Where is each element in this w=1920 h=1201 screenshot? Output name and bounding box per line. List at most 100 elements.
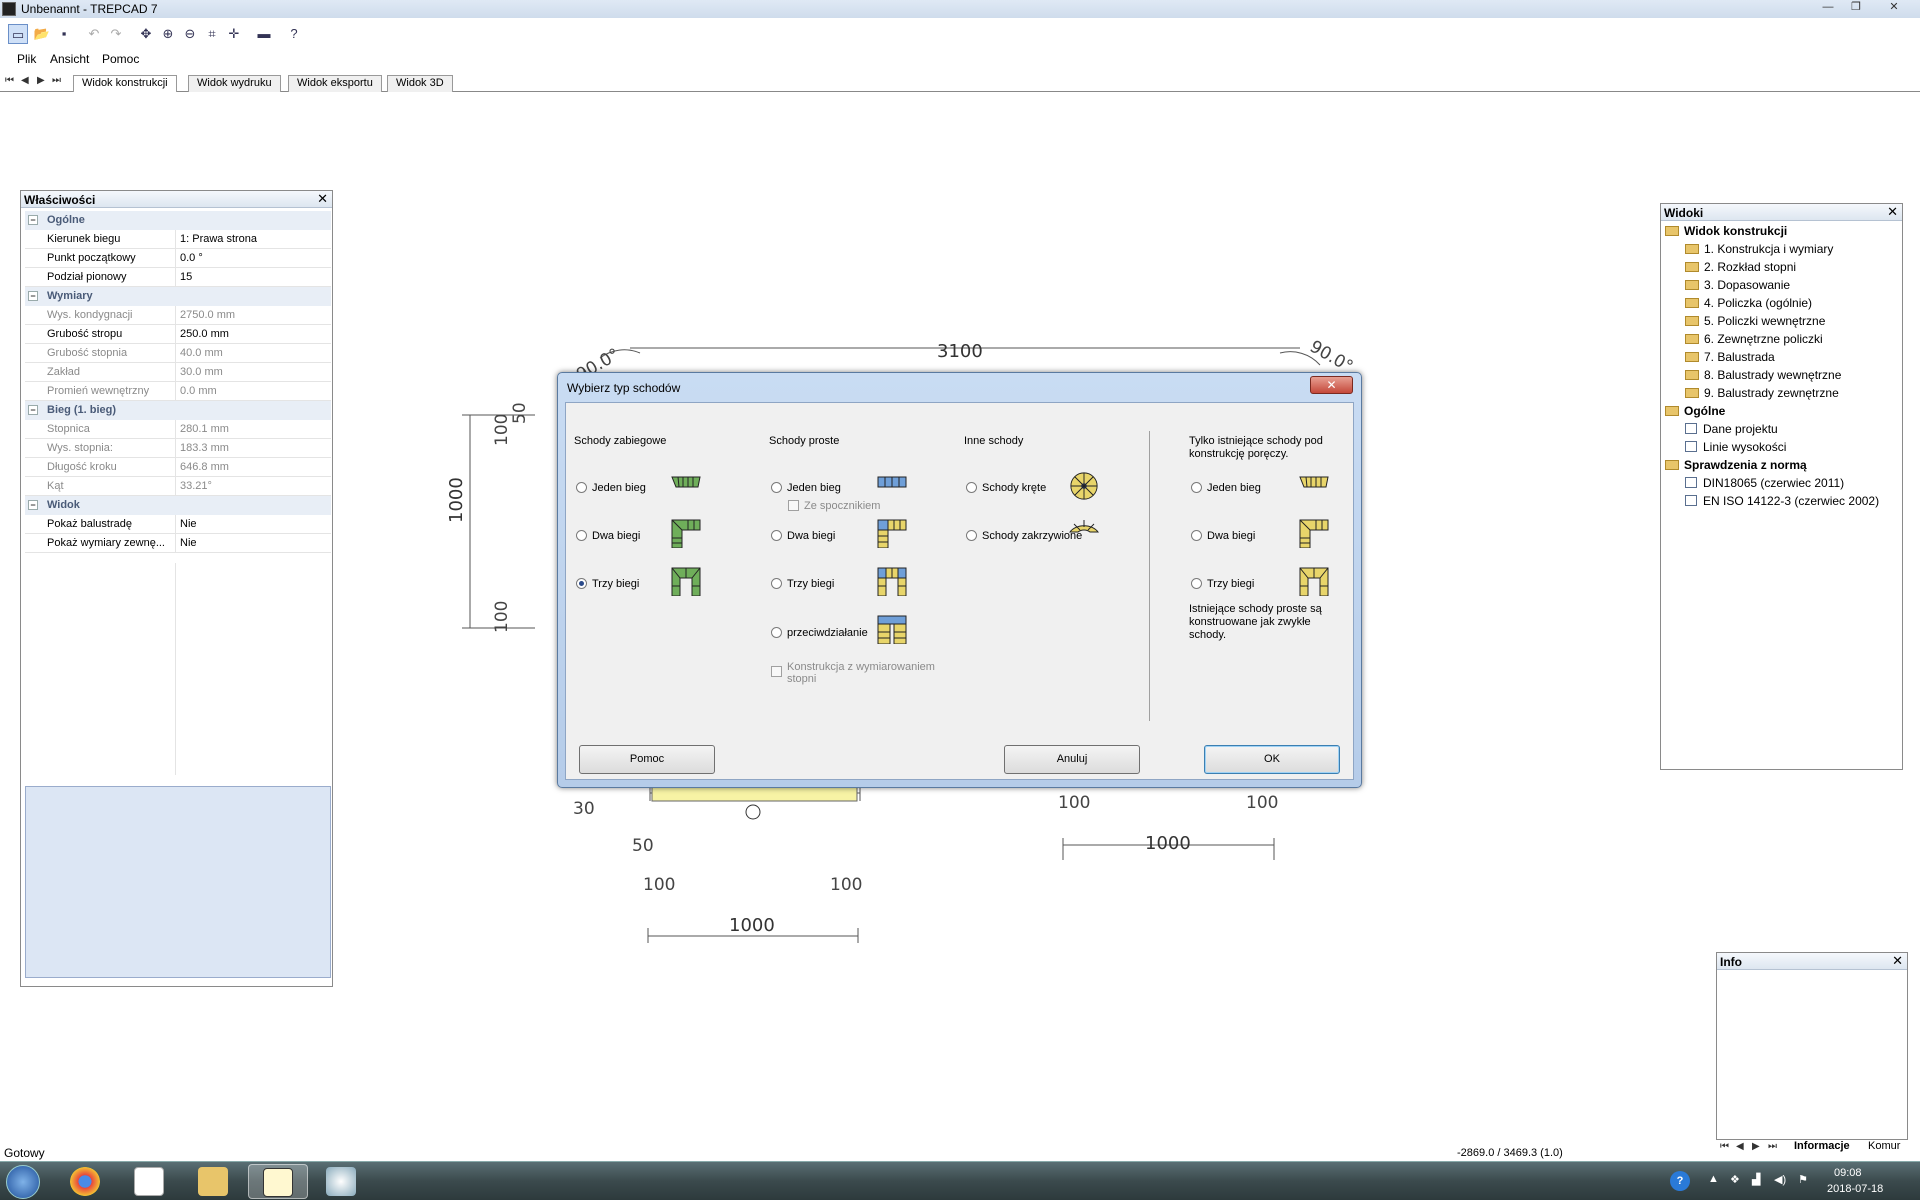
zoom-out-icon[interactable]: ⊖ (180, 24, 200, 44)
measure-icon[interactable]: ▬ (254, 24, 274, 44)
zoom-fit-icon[interactable]: ✛ (224, 24, 244, 44)
help-button[interactable]: Pomoc (579, 745, 715, 774)
properties-panel: Właściwości ✕ − Ogólne Kierunek biegu 1: P… (20, 190, 333, 987)
trepcad-icon (263, 1168, 293, 1197)
prop-section-ogolne[interactable]: − Ogólne (25, 211, 331, 230)
radio-winding-two[interactable] (576, 530, 587, 541)
open-icon[interactable]: 📂 (32, 24, 52, 44)
collapse-icon[interactable]: − (28, 291, 38, 301)
taskbar-chrome[interactable] (56, 1164, 116, 1199)
taskbar-file-explorer[interactable] (184, 1164, 244, 1199)
windows-start-icon[interactable] (6, 1165, 40, 1199)
tree-item-view[interactable]: 4. Policzka (ogólnie) (1685, 296, 1812, 310)
tree-item-view[interactable]: 6. Zewnętrzne policzki (1685, 332, 1823, 346)
menu-ansicht[interactable]: Ansicht (50, 52, 89, 66)
taskbar-paint[interactable] (312, 1164, 372, 1199)
prop-section-wymiary[interactable]: − Wymiary (25, 287, 331, 306)
prop-row[interactable]: Podział pionowy 15 (25, 268, 331, 287)
pan-icon[interactable]: ✥ (136, 24, 156, 44)
help-icon[interactable]: ? (1670, 1171, 1690, 1191)
collapse-icon[interactable]: − (28, 405, 38, 415)
radio-curved[interactable] (966, 530, 977, 541)
tab-widok-eksportu[interactable]: Widok eksportu (288, 75, 382, 92)
first-tab-icon[interactable]: ⏮ (5, 75, 14, 86)
save-icon[interactable]: ▪ (54, 24, 74, 44)
tree-item-view[interactable]: Linie wysokości (1685, 440, 1786, 454)
prop-row[interactable]: Pokaż wymiary zewnę... Nie (25, 534, 331, 553)
properties-close-icon[interactable]: ✕ (317, 191, 328, 207)
prop-section-bieg[interactable]: − Bieg (1. bieg) (25, 401, 331, 420)
volume-icon[interactable]: ◀) (1774, 1173, 1786, 1186)
radio-spiral[interactable] (966, 482, 977, 493)
minimize-button[interactable]: — (1818, 1, 1838, 15)
next-tab-icon[interactable]: ▶ (37, 75, 45, 86)
tree-item-view[interactable]: 1. Konstrukcja i wymiary (1685, 242, 1833, 256)
prev-tab-icon[interactable]: ◀ (21, 75, 29, 86)
checkbox-landing[interactable] (788, 500, 799, 511)
taskbar-simplex[interactable] (120, 1164, 180, 1199)
document-icon (1685, 441, 1697, 452)
flag-icon[interactable]: ⚑ (1798, 1173, 1808, 1186)
info-close-icon[interactable]: ✕ (1892, 953, 1903, 969)
tree-item-view[interactable]: 9. Balustrady zewnętrzne (1685, 386, 1839, 400)
title-bar: Unbenannt - TREPCAD 7 — ❐ ✕ (0, 0, 1920, 18)
redo-icon[interactable]: ↷ (106, 24, 126, 44)
radio-winding-one[interactable] (576, 482, 587, 493)
checkbox-dimension-steps[interactable] (771, 666, 782, 677)
help-icon[interactable]: ? (284, 24, 304, 44)
radio-existing-three[interactable] (1191, 578, 1202, 589)
clock-time[interactable]: 09:08 (1834, 1167, 1862, 1179)
radio-straight-two[interactable] (771, 530, 782, 541)
prop-section-widok[interactable]: − Widok (25, 496, 331, 515)
prop-row[interactable]: Punkt początkowy 0.0 ° (25, 249, 331, 268)
tree-item-view[interactable]: 8. Balustrady wewnętrzne (1685, 368, 1841, 382)
tree-item-view[interactable]: 5. Policzki wewnętrzne (1685, 314, 1825, 328)
radio-straight-one[interactable] (771, 482, 782, 493)
tree-item-view[interactable]: EN ISO 14122-3 (czerwiec 2002) (1685, 494, 1879, 508)
restore-button[interactable]: ❐ (1846, 1, 1866, 15)
prop-row: Zakład 30.0 mm (25, 363, 331, 382)
dim-bottom-left-1000: 1000 (729, 915, 775, 936)
tree-item-view[interactable]: Dane projektu (1685, 422, 1778, 436)
folder-icon (1685, 244, 1699, 254)
radio-winding-three[interactable] (576, 578, 587, 589)
radio-straight-counter[interactable] (771, 627, 782, 638)
label-straight-three: Trzy biegi (787, 578, 835, 590)
tab-widok-3d[interactable]: Widok 3D (387, 75, 453, 92)
collapse-icon[interactable]: − (28, 215, 38, 225)
close-button[interactable]: ✕ (1884, 1, 1904, 15)
tray-expand-icon[interactable]: ▲ (1708, 1173, 1719, 1185)
tree-group-widok-konstrukcji[interactable]: Widok konstrukcji (1665, 224, 1787, 238)
tree-item-view[interactable]: DIN18065 (czerwiec 2011) (1685, 476, 1844, 490)
tab-widok-konstrukcji[interactable]: Widok konstrukcji (73, 75, 177, 92)
views-close-icon[interactable]: ✕ (1887, 204, 1898, 220)
taskbar-trepcad[interactable] (248, 1164, 308, 1199)
last-tab-icon[interactable]: ⏭ (52, 75, 61, 86)
prop-row[interactable]: Pokaż balustradę Nie (25, 515, 331, 534)
tree-item-view[interactable]: 2. Rozkład stopni (1685, 260, 1796, 274)
network-icon[interactable]: ▟ (1752, 1173, 1760, 1186)
cancel-button[interactable]: Anuluj (1004, 745, 1140, 774)
ok-button[interactable]: OK (1204, 745, 1340, 774)
tree-item-view[interactable]: 3. Dopasowanie (1685, 278, 1790, 292)
tab-widok-wydruku[interactable]: Widok wydruku (188, 75, 281, 92)
menu-plik[interactable]: Plik (17, 52, 36, 66)
tree-group-sprawdzenia[interactable]: Sprawdzenia z normą (1665, 458, 1807, 472)
zoom-in-icon[interactable]: ⊕ (158, 24, 178, 44)
prop-row[interactable]: Kierunek biegu 1: Prawa strona (25, 230, 331, 249)
radio-straight-three[interactable] (771, 578, 782, 589)
dropbox-icon[interactable]: ❖ (1730, 1173, 1740, 1186)
dialog-title: Wybierz typ schodów (567, 381, 681, 395)
collapse-icon[interactable]: − (28, 500, 38, 510)
tree-group-ogolne[interactable]: Ogólne (1665, 404, 1725, 418)
dialog-close-button[interactable]: ✕ (1310, 376, 1353, 394)
prop-row[interactable]: Grubość stropu 250.0 mm (25, 325, 331, 344)
radio-existing-one[interactable] (1191, 482, 1202, 493)
zoom-window-icon[interactable]: ⌗ (202, 24, 222, 44)
tree-item-view[interactable]: 7. Balustrada (1685, 350, 1775, 364)
undo-icon[interactable]: ↶ (84, 24, 104, 44)
clock-date[interactable]: 2018-07-18 (1827, 1183, 1883, 1195)
menu-pomoc[interactable]: Pomoc (102, 52, 139, 66)
new-icon[interactable]: ▭ (8, 24, 28, 44)
radio-existing-two[interactable] (1191, 530, 1202, 541)
